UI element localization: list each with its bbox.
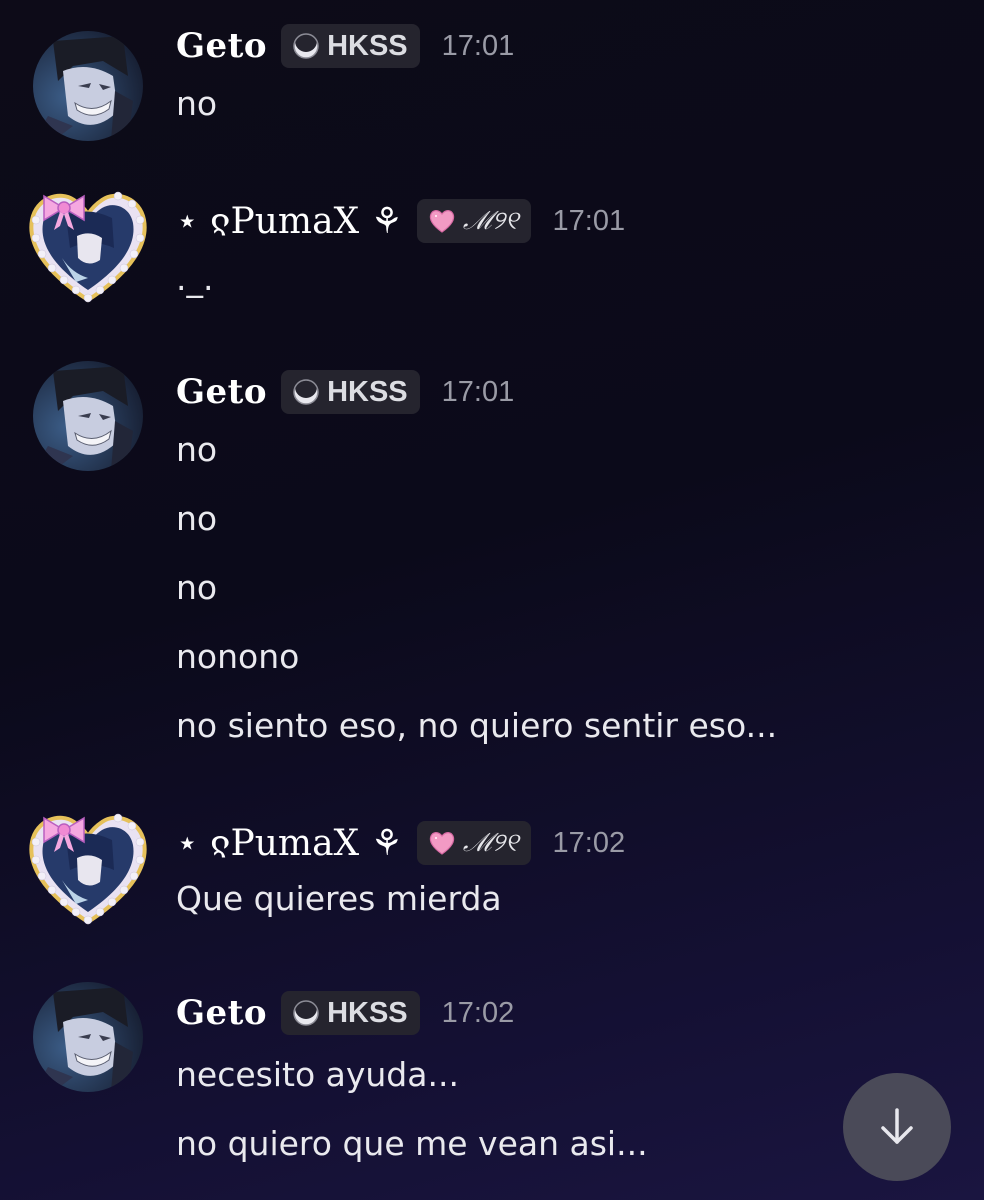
username[interactable]: Geto — [176, 26, 267, 66]
message-header: ⋆ ჺPumaX ⚘ ℳ୨୧ 17:02 — [176, 820, 625, 866]
timestamp: 17:01 — [441, 29, 515, 62]
pink-heart-icon — [429, 210, 455, 233]
role-tag-label: HKSS — [327, 375, 408, 408]
avatar[interactable] — [22, 178, 154, 310]
arrow-down-icon — [881, 1108, 913, 1144]
message-body: ._. — [176, 244, 213, 313]
username[interactable]: ⋆ ჺPumaX ⚘ — [176, 201, 403, 242]
moon-icon — [293, 998, 319, 1026]
role-tag[interactable]: ℳ୨୧ — [416, 199, 531, 243]
message-line: no — [176, 430, 218, 469]
avatar[interactable] — [33, 361, 143, 471]
moon-icon — [293, 31, 319, 59]
message-body: no no no nonono no siento eso, no quiero… — [176, 415, 777, 760]
message-line: no siento eso, no quiero sentir eso... — [176, 706, 778, 745]
username[interactable]: ⋆ ჺPumaX ⚘ — [176, 823, 403, 864]
message-line: no — [176, 84, 218, 123]
role-tag[interactable]: HKSS — [281, 370, 420, 414]
pink-heart-icon — [429, 832, 455, 855]
message-body: Que quieres mierda — [176, 864, 502, 933]
message-line: no — [176, 568, 218, 607]
message-line: no — [176, 499, 218, 538]
role-tag-label: ℳ୨୧ — [462, 827, 519, 858]
message-header: Geto HKSS 17:01 — [176, 23, 514, 69]
jump-to-latest-button[interactable] — [843, 1073, 951, 1181]
timestamp: 17:01 — [552, 204, 626, 237]
message-header: Geto HKSS 17:01 — [176, 369, 514, 415]
username[interactable]: Geto — [176, 372, 267, 412]
username[interactable]: Geto — [176, 993, 267, 1033]
message-line: no quiero que me vean asi... — [176, 1124, 648, 1163]
role-tag-label: ℳ୨୧ — [462, 205, 519, 236]
message-line: ._. — [176, 259, 214, 298]
role-tag-label: HKSS — [327, 996, 408, 1029]
message-header: Geto HKSS 17:02 — [176, 990, 514, 1036]
message-line: nonono — [176, 637, 300, 676]
role-tag[interactable]: ℳ୨୧ — [416, 821, 531, 865]
avatar[interactable] — [33, 31, 143, 141]
avatar[interactable] — [22, 800, 154, 932]
message-header: ⋆ ჺPumaX ⚘ ℳ୨୧ 17:01 — [176, 198, 625, 244]
chat-message-list: Geto HKSS 17:01 no ⋆ ჺPumaX ⚘ ℳ୨୧ 17:01 … — [0, 0, 984, 1200]
message-body: no — [176, 69, 217, 138]
role-tag-label: HKSS — [327, 29, 408, 62]
avatar[interactable] — [33, 982, 143, 1092]
timestamp: 17:02 — [441, 996, 515, 1029]
timestamp: 17:02 — [552, 826, 626, 859]
role-tag[interactable]: HKSS — [281, 991, 420, 1035]
message-line: necesito ayuda... — [176, 1055, 459, 1094]
moon-icon — [293, 377, 319, 405]
message-line: Que quieres mierda — [176, 879, 502, 918]
role-tag[interactable]: HKSS — [281, 24, 420, 68]
timestamp: 17:01 — [441, 375, 515, 408]
message-body: necesito ayuda... no quiero que me vean … — [176, 1040, 648, 1178]
